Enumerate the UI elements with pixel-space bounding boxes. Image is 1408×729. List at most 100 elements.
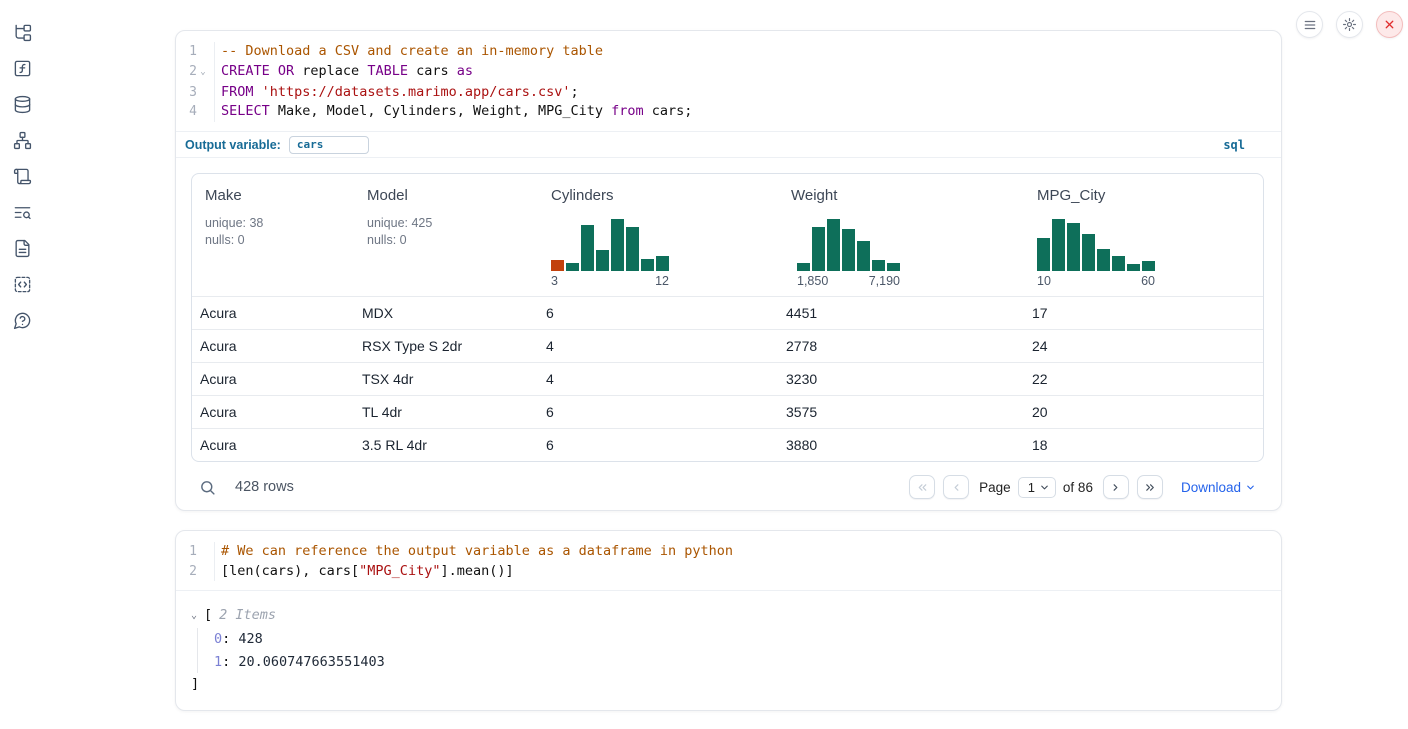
histogram-bar (1097, 249, 1110, 271)
table-cell: Acura (192, 305, 354, 321)
mpg-city-histogram: 10 60 (1037, 219, 1155, 288)
histogram-bar (1142, 261, 1155, 271)
table-row[interactable]: AcuraRSX Type S 2dr4277824 (192, 329, 1263, 362)
first-page-button[interactable] (909, 475, 935, 499)
prev-page-button[interactable] (943, 475, 969, 499)
table-cell: TL 4dr (354, 404, 538, 420)
histogram-bar (1127, 264, 1140, 271)
histogram-bar (1067, 223, 1080, 271)
hist-min-label: 3 (551, 274, 558, 288)
items-count-label: 2 Items (219, 607, 276, 623)
table-cell: Acura (192, 437, 354, 453)
column-header-model[interactable]: Model unique: 425 nulls: 0 (354, 174, 538, 296)
histogram-bar (626, 227, 639, 271)
code-line: CREATE OR replace TABLE cars as (221, 62, 473, 83)
column-header-cylinders[interactable]: Cylinders 3 12 (538, 174, 778, 296)
data-table: Make unique: 38 nulls: 0 Model unique: 4… (191, 173, 1264, 462)
weight-histogram: 1,850 7,190 (797, 219, 900, 288)
histogram-bar (887, 263, 900, 271)
table-row[interactable]: AcuraTL 4dr6357520 (192, 395, 1263, 428)
column-stat: nulls: 0 (205, 232, 346, 249)
hist-max-label: 12 (655, 274, 669, 288)
table-cell: 20 (1024, 404, 1263, 420)
sql-cell: 1 -- Download a CSV and create an in-memo… (175, 30, 1282, 511)
column-stat: nulls: 0 (367, 232, 530, 249)
sql-output-area: Make unique: 38 nulls: 0 Model unique: 4… (176, 157, 1281, 510)
file-explorer-icon[interactable] (4, 14, 40, 50)
line-number: 1 (176, 42, 197, 62)
column-header-weight[interactable]: Weight 1,850 7,190 (778, 174, 1024, 296)
scratchpad-icon[interactable] (4, 158, 40, 194)
page-label: Page (979, 480, 1011, 495)
next-page-button[interactable] (1103, 475, 1129, 499)
code-line: -- Download a CSV and create an in-memor… (221, 42, 603, 62)
hist-max-label: 60 (1141, 274, 1155, 288)
sql-code-editor[interactable]: 1 -- Download a CSV and create an in-memo… (176, 31, 1281, 131)
table-row[interactable]: AcuraTSX 4dr4323022 (192, 362, 1263, 395)
gear-icon[interactable] (1336, 11, 1363, 38)
line-number: 1 (176, 542, 197, 562)
helper-panel-sidebar (0, 0, 44, 729)
output-list-item: 1: 20.060747663551403 (214, 651, 1266, 674)
close-icon[interactable] (1376, 11, 1403, 38)
table-cell: 3880 (778, 437, 1024, 453)
table-cell: Acura (192, 338, 354, 354)
histogram-bar (797, 263, 810, 271)
column-header-make[interactable]: Make unique: 38 nulls: 0 (192, 174, 354, 296)
histogram-bar (1082, 234, 1095, 271)
histogram-bar (812, 227, 825, 271)
histogram-bar (581, 225, 594, 271)
help-icon[interactable] (4, 302, 40, 338)
snippets-icon[interactable] (4, 266, 40, 302)
table-footer: 428 rows Page 1 of 86 Download (191, 471, 1264, 503)
page-select[interactable]: 1 (1018, 477, 1056, 498)
table-cell: 6 (538, 437, 778, 453)
table-cell: TSX 4dr (354, 371, 538, 387)
python-code-editor[interactable]: 1# We can reference the output variable … (176, 531, 1281, 590)
download-button[interactable]: Download (1181, 480, 1256, 495)
histogram-bar (1052, 219, 1065, 271)
collapse-chevron-icon[interactable]: ⌄ (191, 610, 204, 621)
histogram-bar (611, 219, 624, 271)
fold-chevron-icon[interactable]: ⌄ (197, 62, 209, 83)
code-line: FROM 'https://datasets.marimo.app/cars.c… (221, 83, 579, 103)
histogram-bar (566, 263, 579, 271)
code-line: [len(cars), cars["MPG_City"].mean()] (221, 562, 514, 582)
table-cell: 24 (1024, 338, 1263, 354)
histogram-bar (1037, 238, 1050, 271)
page-total: of 86 (1063, 480, 1093, 495)
line-number: 4 (176, 102, 197, 122)
histogram-bar (1112, 256, 1125, 271)
hist-min-label: 1,850 (797, 274, 828, 288)
output-variable-input[interactable] (289, 136, 369, 154)
search-icon[interactable] (199, 479, 216, 496)
documentation-icon[interactable] (4, 230, 40, 266)
code-line: SELECT Make, Model, Cylinders, Weight, M… (221, 102, 692, 122)
data-sources-icon[interactable] (4, 86, 40, 122)
table-cell: 4 (538, 338, 778, 354)
table-row[interactable]: AcuraMDX6445117 (192, 296, 1263, 329)
hamburger-menu-icon[interactable] (1296, 11, 1323, 38)
table-cell: Acura (192, 404, 354, 420)
table-cell: MDX (354, 305, 538, 321)
output-variable-label: Output variable: (185, 138, 281, 152)
table-body: AcuraMDX6445117AcuraRSX Type S 2dr427782… (192, 296, 1263, 461)
functions-icon[interactable] (4, 50, 40, 86)
histogram-bar (857, 241, 870, 271)
table-cell: Acura (192, 371, 354, 387)
table-header: Make unique: 38 nulls: 0 Model unique: 4… (192, 174, 1263, 296)
open-bracket: [ (204, 607, 212, 623)
table-row[interactable]: Acura3.5 RL 4dr6388018 (192, 428, 1263, 461)
histogram-bar (656, 256, 669, 271)
close-bracket: ] (191, 676, 1266, 692)
logs-icon[interactable] (4, 194, 40, 230)
notebook-actions (1296, 11, 1403, 38)
dependency-graph-icon[interactable] (4, 122, 40, 158)
page-select-value: 1 (1028, 480, 1035, 495)
last-page-button[interactable] (1137, 475, 1163, 499)
table-cell: 3230 (778, 371, 1024, 387)
table-cell: 3.5 RL 4dr (354, 437, 538, 453)
column-header-mpg-city[interactable]: MPG_City 10 60 (1024, 174, 1263, 296)
language-badge[interactable]: sql (1223, 138, 1245, 152)
histogram-bar (641, 259, 654, 271)
